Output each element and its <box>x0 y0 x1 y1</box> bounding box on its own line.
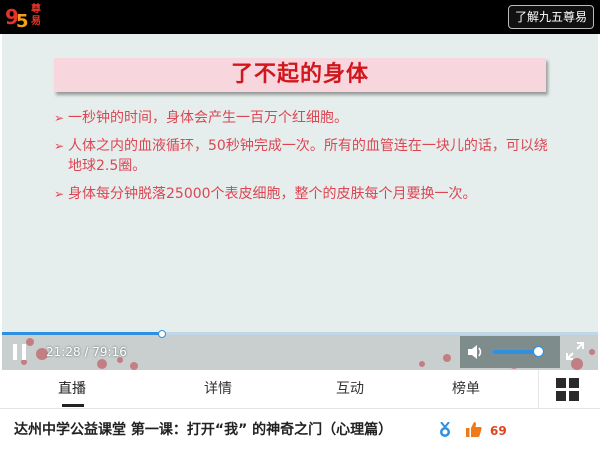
grid-menu-button[interactable] <box>538 370 600 408</box>
tab-interaction[interactable]: 互动 <box>336 380 364 398</box>
bullet-text: 身体每分钟脱落25000个表皮细胞，整个的皮肤每个月要换一次。 <box>68 186 477 202</box>
medal-icon[interactable] <box>438 422 452 438</box>
logo-mark-icon: 9 5 <box>4 3 32 31</box>
grid-icon <box>556 378 579 401</box>
bullet-arrow-icon: ➢ <box>54 139 65 153</box>
tab-details[interactable]: 详情 <box>204 380 232 398</box>
bullet-arrow-icon: ➢ <box>54 187 65 201</box>
slide-title: 了不起的身体 <box>230 62 369 87</box>
thumbs-up-icon[interactable] <box>466 421 482 437</box>
logo: 9 5 尊易 <box>4 3 48 31</box>
slide-bullet: ➢ 身体每分钟脱落25000个表皮细胞，整个的皮肤每个月要换一次。 <box>54 184 554 204</box>
pause-icon[interactable] <box>12 343 28 361</box>
progress-handle[interactable] <box>158 330 166 338</box>
about-button[interactable]: 了解九五尊易 <box>507 5 594 29</box>
tab-ranking[interactable]: 榜单 <box>452 380 480 398</box>
bullet-text: 一秒钟的时间，身体会产生一百万个红细胞。 <box>68 110 348 126</box>
bullet-arrow-icon: ➢ <box>54 111 65 125</box>
like-count: 69 <box>490 424 507 438</box>
progress-fill <box>2 332 162 335</box>
volume-icon[interactable] <box>467 344 485 360</box>
svg-text:5: 5 <box>16 11 29 31</box>
slide-title-box: 了不起的身体 <box>54 58 546 92</box>
active-tab-indicator <box>62 404 84 407</box>
playback-time: 21:28 / 79:16 <box>46 345 127 359</box>
volume-fill <box>492 350 536 354</box>
slide-bullet: ➢ 一秒钟的时间，身体会产生一百万个红细胞。 <box>54 108 554 128</box>
course-title: 达州中学公益课堂 第一课：打开“我” 的神奇之门（心理篇） <box>14 422 393 438</box>
logo-text: 尊易 <box>31 4 41 27</box>
tab-live[interactable]: 直播 <box>58 380 86 398</box>
top-bar: 9 5 尊易 了解九五尊易 <box>0 0 600 34</box>
volume-handle[interactable] <box>533 346 544 357</box>
slide-bullet: ➢ 人体之内的血液循环，50秒钟完成一次。所有的血管连在一块儿的话，可以绕地球2… <box>54 136 554 176</box>
tab-bar: 直播 详情 互动 榜单 <box>0 370 600 409</box>
slide-bullets: ➢ 一秒钟的时间，身体会产生一百万个红细胞。 ➢ 人体之内的血液循环，50秒钟完… <box>54 108 554 212</box>
slide-area: 了不起的身体 ➢ 一秒钟的时间，身体会产生一百万个红细胞。 ➢ 人体之内的血液循… <box>2 34 598 334</box>
bullet-text: 人体之内的血液循环，50秒钟完成一次。所有的血管连在一块儿的话，可以绕地球2.5… <box>68 138 548 174</box>
fullscreen-icon[interactable] <box>566 342 584 360</box>
